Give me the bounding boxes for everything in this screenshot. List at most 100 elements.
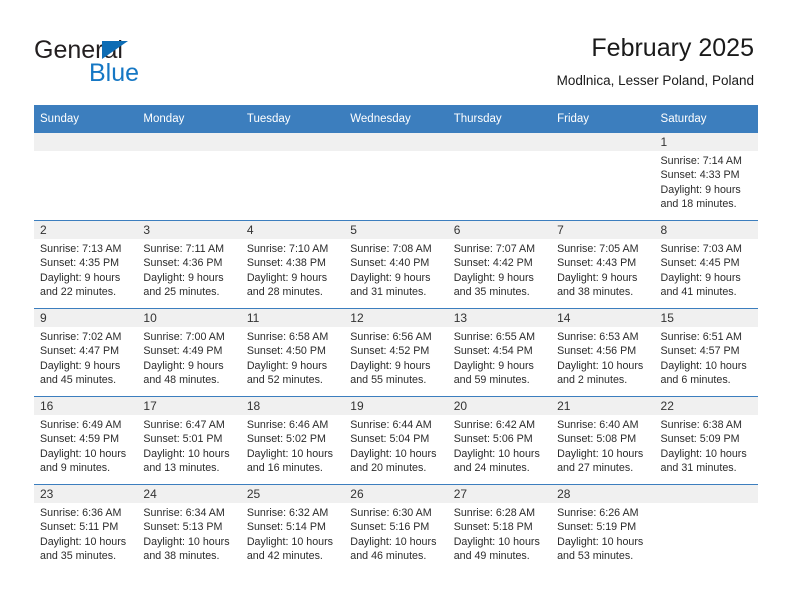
calendar-day-cell[interactable]: 2 Sunrise: 7:13 AM Sunset: 4:35 PM Daylight… [34,220,138,309]
day-number [34,133,138,151]
day-details: Sunrise: 6:55 AM Sunset: 4:54 PM Daylight:… [448,327,551,388]
calendar-table: Sunday Monday Tuesday Wednesday Thursday Frid… [34,105,758,572]
daylight-text-cont: and 31 minutes. [350,286,427,299]
calendar-day-cell[interactable]: 14 Sunrise: 6:53 AM Sunset: 4:56 PM Dayligh… [551,308,655,397]
daylight-text-cont: and 27 minutes. [557,462,634,475]
day-number: 22 [654,397,758,415]
page-header: General Blue February 2025 Modlnica, Les… [0,0,792,100]
general-blue-logo[interactable]: General Blue [34,36,254,92]
daylight-text-cont: and 9 minutes. [40,462,111,475]
calendar-table-wrapper: Sunday Monday Tuesday Wednesday Thursday Frid… [34,105,758,572]
calendar-day-cell[interactable]: 16 Sunrise: 6:49 AM Sunset: 4:59 PM Dayligh… [34,396,138,485]
calendar-day-cell-empty [654,484,758,572]
day-details [137,151,240,154]
daylight-text-cont: and 42 minutes. [246,550,323,563]
sunset-text: Sunset: 4:38 PM [246,257,326,270]
day-details: Sunrise: 6:42 AM Sunset: 5:06 PM Daylight:… [448,415,551,476]
calendar-day-cell[interactable]: 7 Sunrise: 7:05 AM Sunset: 4:43 PM Daylight… [551,220,655,309]
calendar-day-cell[interactable]: 5 Sunrise: 7:08 AM Sunset: 4:40 PM Daylight… [344,220,448,309]
calendar-day-cell[interactable]: 18 Sunrise: 6:46 AM Sunset: 5:02 PM Dayligh… [240,396,345,485]
sunset-text: Sunset: 4:45 PM [660,257,740,270]
day-number: 6 [447,221,552,239]
calendar-day-cell[interactable]: 11 Sunrise: 6:58 AM Sunset: 4:50 PM Dayligh… [240,308,345,397]
daylight-text: Daylight: 9 hours [40,359,121,372]
daylight-text: Daylight: 10 hours [453,447,540,460]
weekday-header-friday: Friday [551,105,655,133]
sunrise-text: Sunrise: 6:47 AM [143,419,225,431]
calendar-day-cell[interactable]: 15 Sunrise: 6:51 AM Sunset: 4:57 PM Dayligh… [654,308,758,397]
calendar-day-cell-empty [34,132,138,221]
daylight-text-cont: and 48 minutes. [143,374,220,387]
day-details: Sunrise: 6:46 AM Sunset: 5:02 PM Daylight:… [241,415,344,476]
sunrise-text: Sunrise: 7:11 AM [143,243,225,255]
calendar-day-cell[interactable]: 25 Sunrise: 6:32 AM Sunset: 5:14 PM Dayligh… [240,484,345,572]
calendar-day-cell-empty [137,132,241,221]
day-number: 19 [344,397,448,415]
calendar-day-cell[interactable]: 10 Sunrise: 7:00 AM Sunset: 4:49 PM Dayligh… [137,308,241,397]
calendar-day-cell-empty [447,132,552,221]
sunrise-text: Sunrise: 6:32 AM [246,507,329,519]
day-number: 13 [447,309,552,327]
daylight-text-cont: and 13 minutes. [143,462,220,475]
sunrise-text: Sunrise: 6:38 AM [660,419,742,431]
weekday-header-thursday: Thursday [447,105,552,133]
calendar-day-cell[interactable]: 12 Sunrise: 6:56 AM Sunset: 4:52 PM Dayligh… [344,308,448,397]
calendar-day-cell[interactable]: 26 Sunrise: 6:30 AM Sunset: 5:16 PM Dayligh… [344,484,448,572]
day-details: Sunrise: 6:36 AM Sunset: 5:11 PM Daylight:… [34,503,137,564]
calendar-day-cell[interactable]: 28 Sunrise: 6:26 AM Sunset: 5:19 PM Dayligh… [551,484,655,572]
day-details: Sunrise: 6:49 AM Sunset: 4:59 PM Daylight:… [34,415,137,476]
calendar-day-cell[interactable]: 21 Sunrise: 6:40 AM Sunset: 5:08 PM Dayligh… [551,396,655,485]
calendar-day-cell[interactable]: 19 Sunrise: 6:44 AM Sunset: 5:04 PM Dayligh… [344,396,448,485]
sunrise-text: Sunrise: 6:46 AM [246,419,329,431]
sunrise-text: Sunrise: 7:00 AM [143,331,225,343]
calendar-week-row: 16 Sunrise: 6:49 AM Sunset: 4:59 PM Dayligh… [34,396,758,485]
sunset-text: Sunset: 5:06 PM [453,433,533,446]
calendar-day-cell[interactable]: 1 Sunrise: 7:14 AM Sunset: 4:33 PM Daylight… [654,132,758,221]
day-number: 20 [447,397,552,415]
calendar-day-cell[interactable]: 9 Sunrise: 7:02 AM Sunset: 4:47 PM Daylight… [34,308,138,397]
daylight-text-cont: and 38 minutes. [557,286,634,299]
daylight-text: Daylight: 9 hours [350,359,431,372]
day-number: 28 [551,485,655,503]
daylight-text-cont: and 25 minutes. [143,286,220,299]
calendar-day-cell-empty [551,132,655,221]
calendar-day-cell[interactable]: 8 Sunrise: 7:03 AM Sunset: 4:45 PM Daylight… [654,220,758,309]
page-title: February 2025 [591,34,754,62]
calendar-day-cell[interactable]: 20 Sunrise: 6:42 AM Sunset: 5:06 PM Dayligh… [447,396,552,485]
day-number: 3 [137,221,241,239]
day-details: Sunrise: 6:26 AM Sunset: 5:19 PM Daylight:… [551,503,654,564]
day-number: 12 [344,309,448,327]
calendar-day-cell[interactable]: 22 Sunrise: 6:38 AM Sunset: 5:09 PM Dayligh… [654,396,758,485]
daylight-text: Daylight: 9 hours [453,271,534,284]
calendar-day-cell[interactable]: 6 Sunrise: 7:07 AM Sunset: 4:42 PM Daylight… [447,220,552,309]
day-number: 15 [654,309,758,327]
daylight-text-cont: and 24 minutes. [453,462,530,475]
day-details: Sunrise: 6:40 AM Sunset: 5:08 PM Daylight:… [551,415,654,476]
calendar-day-cell[interactable]: 13 Sunrise: 6:55 AM Sunset: 4:54 PM Dayligh… [447,308,552,397]
daylight-text-cont: and 35 minutes. [453,286,530,299]
calendar-week-row: 23 Sunrise: 6:36 AM Sunset: 5:11 PM Dayligh… [34,484,758,572]
day-number: 16 [34,397,138,415]
calendar-day-cell[interactable]: 3 Sunrise: 7:11 AM Sunset: 4:36 PM Daylight… [137,220,241,309]
daylight-text: Daylight: 9 hours [453,359,534,372]
sunset-text: Sunset: 5:18 PM [453,521,533,534]
day-details: Sunrise: 7:00 AM Sunset: 4:49 PM Daylight:… [137,327,240,388]
day-details: Sunrise: 6:53 AM Sunset: 4:56 PM Daylight:… [551,327,654,388]
sunrise-text: Sunrise: 6:44 AM [350,419,432,431]
daylight-text-cont: and 18 minutes. [660,198,737,211]
daylight-text: Daylight: 10 hours [557,535,644,548]
calendar-day-cell[interactable]: 24 Sunrise: 6:34 AM Sunset: 5:13 PM Dayligh… [137,484,241,572]
sunrise-text: Sunrise: 6:34 AM [143,507,225,519]
day-details [448,151,551,154]
sunrise-text: Sunrise: 6:56 AM [350,331,432,343]
day-details: Sunrise: 6:56 AM Sunset: 4:52 PM Daylight:… [344,327,447,388]
calendar-day-cell[interactable]: 17 Sunrise: 6:47 AM Sunset: 5:01 PM Dayligh… [137,396,241,485]
day-details: Sunrise: 7:08 AM Sunset: 4:40 PM Daylight:… [344,239,447,300]
calendar-day-cell[interactable]: 4 Sunrise: 7:10 AM Sunset: 4:38 PM Daylight… [240,220,345,309]
calendar-day-cell[interactable]: 27 Sunrise: 6:28 AM Sunset: 5:18 PM Dayligh… [447,484,552,572]
page-subtitle: Modlnica, Lesser Poland, Poland [556,73,754,88]
sunset-text: Sunset: 5:01 PM [143,433,223,446]
sunrise-text: Sunrise: 7:07 AM [453,243,536,255]
calendar-day-cell[interactable]: 23 Sunrise: 6:36 AM Sunset: 5:11 PM Dayligh… [34,484,138,572]
sunrise-text: Sunrise: 6:49 AM [40,419,122,431]
